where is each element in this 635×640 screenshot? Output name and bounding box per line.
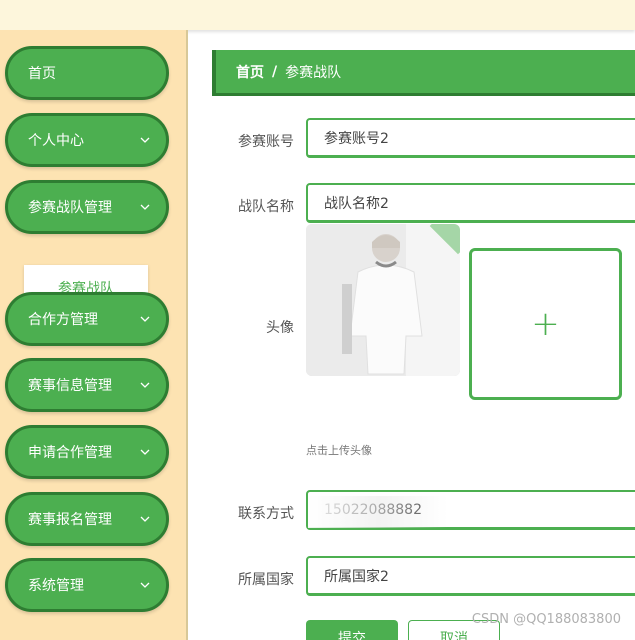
- contact-label: 联系方式: [238, 506, 294, 522]
- sidebar-item-partner-management[interactable]: 合作方管理: [5, 292, 169, 346]
- plus-icon: +: [531, 304, 560, 344]
- contact-input[interactable]: 15022088882: [306, 490, 635, 530]
- avatar-upload-tip: 点击上传头像: [306, 444, 372, 457]
- submit-button[interactable]: 提交: [306, 620, 398, 640]
- sidebar-item-event-registration[interactable]: 赛事报名管理: [5, 492, 169, 546]
- sidebar-item-label: 个人中心: [28, 133, 84, 149]
- breadcrumb-separator: /: [272, 63, 278, 80]
- chevron-down-icon: [140, 447, 150, 457]
- sidebar-item-event-info-management[interactable]: 赛事信息管理: [5, 358, 169, 412]
- avatar-label: 头像: [266, 320, 294, 336]
- breadcrumb: 首页 / 参赛战队: [212, 50, 635, 96]
- top-bar: [0, 0, 635, 30]
- sidebar-item-label: 申请合作管理: [28, 445, 112, 461]
- watermark: CSDN @QQ188083800: [471, 612, 621, 627]
- account-label: 参赛账号: [238, 134, 294, 150]
- chevron-down-icon: [140, 202, 150, 212]
- sidebar-item-label: 首页: [28, 66, 56, 82]
- sidebar-item-label: 合作方管理: [28, 312, 98, 328]
- chevron-down-icon: [140, 314, 150, 324]
- sidebar-item-team-management[interactable]: 参赛战队管理: [5, 180, 169, 234]
- sidebar-item-label: 系统管理: [28, 578, 84, 594]
- avatar-photo-figure: [306, 224, 460, 376]
- breadcrumb-current: 参赛战队: [285, 64, 342, 81]
- avatar-upload-button[interactable]: +: [469, 248, 622, 400]
- breadcrumb-home[interactable]: 首页: [236, 62, 264, 82]
- chevron-down-icon: [140, 514, 150, 524]
- sidebar-item-label: 赛事报名管理: [28, 512, 112, 528]
- account-input[interactable]: 参赛账号2: [306, 118, 635, 158]
- sidebar-item-home[interactable]: 首页: [5, 46, 169, 100]
- sidebar-item-label: 参赛战队管理: [28, 200, 112, 216]
- sidebar-item-cooperation-application[interactable]: 申请合作管理: [5, 425, 169, 479]
- chevron-down-icon: [140, 580, 150, 590]
- chevron-down-icon: [140, 135, 150, 145]
- country-input[interactable]: 所属国家2: [306, 556, 635, 596]
- sidebar-item-personal-center[interactable]: 个人中心: [5, 113, 169, 167]
- team-name-label: 战队名称: [238, 199, 294, 215]
- sidebar-item-label: 赛事信息管理: [28, 378, 112, 394]
- chevron-down-icon: [140, 380, 150, 390]
- team-name-input[interactable]: 战队名称2: [306, 183, 635, 223]
- country-label: 所属国家: [238, 572, 294, 588]
- sidebar: 首页 个人中心 参赛战队管理 参赛战队 合作方管理 赛事信息管理 申请合作管理 …: [0, 30, 188, 640]
- sidebar-item-system-management[interactable]: 系统管理: [5, 558, 169, 612]
- avatar-preview-image[interactable]: [306, 224, 460, 376]
